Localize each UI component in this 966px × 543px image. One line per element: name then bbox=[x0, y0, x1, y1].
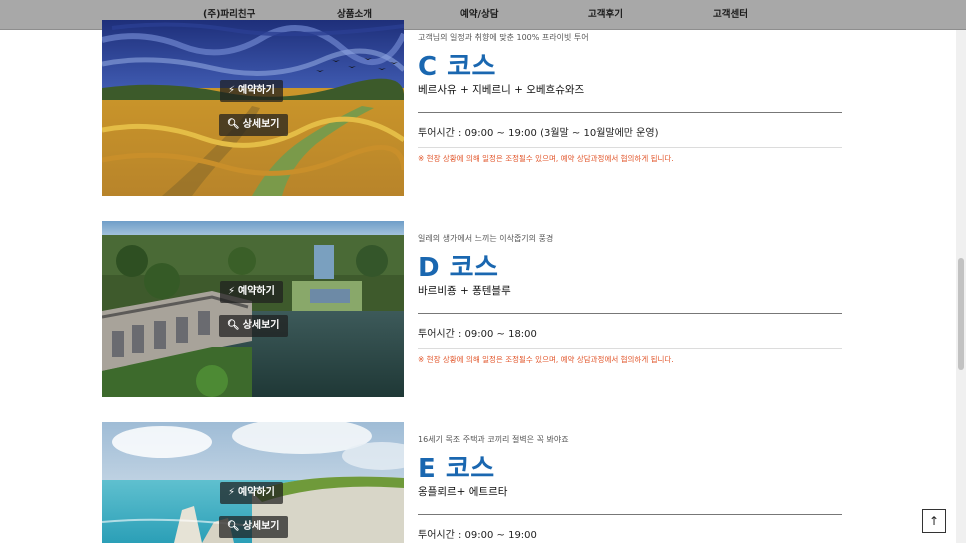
course-tagline: 일레의 생가에서 느끼는 이삭줍기의 풍경 bbox=[418, 234, 554, 243]
tour-hours: 투어시간 : 09:00 ~ 19:00 (3월말 ~ 10월말에만 운영) bbox=[418, 128, 659, 139]
course-route: 바르비죵 + 퐁텐블루 bbox=[418, 285, 511, 297]
divider bbox=[418, 147, 842, 148]
course-e-image[interactable]: ⚡ 예약하기 🔍︎ 상세보기 bbox=[102, 422, 404, 543]
course-d-info: 일레의 생가에서 느끼는 이삭줍기의 풍경 D 코스 바르비죵 + 퐁텐블루 투… bbox=[418, 233, 842, 364]
course-d-image[interactable]: ⚡ 예약하기 🔍︎ 상세보기 bbox=[102, 221, 404, 397]
arrow-up-icon: ↑ bbox=[928, 514, 940, 528]
course-tagline: 고객님의 일정과 취향에 맞춘 100% 프라이빗 투어 bbox=[418, 33, 589, 42]
course-route: 베르사유 + 지베르니 + 오베흐슈와즈 bbox=[418, 84, 585, 96]
divider bbox=[418, 348, 842, 349]
back-to-top-button[interactable]: ↑ bbox=[922, 509, 946, 533]
divider bbox=[418, 313, 842, 314]
tour-hours: 투어시간 : 09:00 ~ 18:00 bbox=[418, 329, 537, 340]
divider bbox=[418, 112, 842, 113]
course-route: 옹플뢰르+ 에트르타 bbox=[418, 486, 508, 498]
page-scrollbar[interactable] bbox=[956, 30, 966, 543]
fontainebleau-photo bbox=[102, 221, 404, 397]
reserve-button[interactable]: ⚡ 예약하기 bbox=[220, 80, 283, 102]
course-title: E 코스 bbox=[418, 454, 495, 484]
course-e-info: 16세기 목조 주택과 코끼리 절벽은 꼭 봐야죠 E 코스 옹플뢰르+ 에트르… bbox=[418, 434, 842, 541]
divider bbox=[418, 514, 842, 515]
reserve-button[interactable]: ⚡ 예약하기 bbox=[220, 482, 283, 504]
lightning-icon: ⚡ bbox=[228, 286, 236, 297]
course-title: D 코스 bbox=[418, 253, 499, 283]
search-icon: 🔍︎ bbox=[227, 320, 240, 331]
scrollbar-thumb[interactable] bbox=[958, 258, 964, 370]
nav-reviews[interactable]: 고객후기 bbox=[588, 0, 623, 30]
detail-button[interactable]: 🔍︎ 상세보기 bbox=[219, 516, 288, 538]
lightning-icon: ⚡ bbox=[228, 487, 236, 498]
tour-hours: 투어시간 : 09:00 ~ 19:00 bbox=[418, 530, 537, 541]
wheatfield-painting bbox=[102, 20, 404, 196]
nav-customer-center[interactable]: 고객센터 bbox=[713, 0, 748, 30]
nav-reservation[interactable]: 예약/상담 bbox=[460, 0, 498, 30]
search-icon: 🔍︎ bbox=[227, 521, 240, 532]
detail-button[interactable]: 🔍︎ 상세보기 bbox=[219, 315, 288, 337]
course-c-image[interactable]: ⚡ 예약하기 🔍︎ 상세보기 bbox=[102, 20, 404, 196]
detail-button[interactable]: 🔍︎ 상세보기 bbox=[219, 114, 288, 136]
schedule-notice: ※ 현장 상황에 의해 일정은 조정될수 있으며, 예약 상담과정에서 협의하게… bbox=[418, 355, 674, 364]
course-title: C 코스 bbox=[418, 52, 496, 82]
course-c-info: 고객님의 일정과 취향에 맞춘 100% 프라이빗 투어 C 코스 베르사유 +… bbox=[418, 32, 842, 163]
course-tagline: 16세기 목조 주택과 코끼리 절벽은 꼭 봐야죠 bbox=[418, 435, 569, 444]
search-icon: 🔍︎ bbox=[227, 119, 240, 130]
lightning-icon: ⚡ bbox=[228, 85, 236, 96]
schedule-notice: ※ 현장 상황에 의해 일정은 조정될수 있으며, 예약 상담과정에서 협의하게… bbox=[418, 154, 674, 163]
reserve-button[interactable]: ⚡ 예약하기 bbox=[220, 281, 283, 303]
